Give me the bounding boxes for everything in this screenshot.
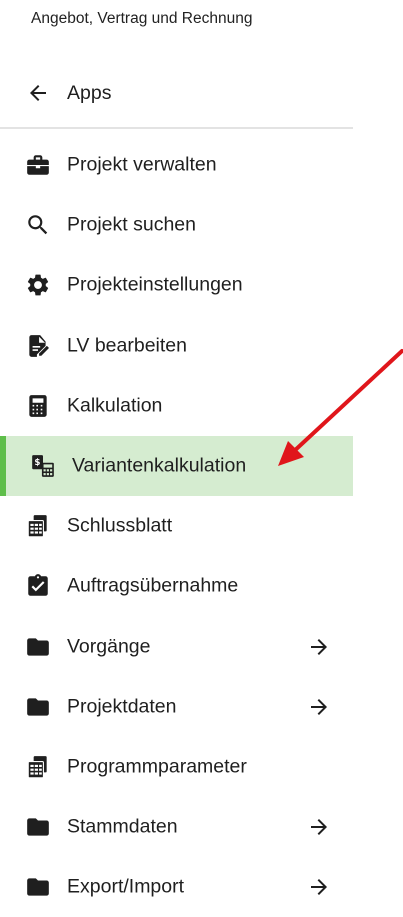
menu-item-projektdaten[interactable]: Projektdaten bbox=[0, 677, 353, 737]
arrow-right-icon[interactable] bbox=[307, 695, 331, 719]
folder-icon bbox=[25, 874, 51, 900]
back-to-apps-button[interactable]: Apps bbox=[0, 70, 353, 116]
app-title: Angebot, Vertrag und Rechnung bbox=[31, 10, 253, 27]
menu-item-stammdaten[interactable]: Stammdaten bbox=[0, 797, 353, 857]
menu-item-schlussblatt[interactable]: Schlussblatt bbox=[0, 496, 353, 556]
menu-item-label: Projekt verwalten bbox=[67, 153, 217, 176]
menu-item-label: Programmparameter bbox=[67, 755, 247, 778]
folder-icon bbox=[25, 814, 51, 840]
gear-icon bbox=[25, 272, 51, 298]
menu-item-label: LV bearbeiten bbox=[67, 334, 187, 357]
menu-item-kalkulation[interactable]: Kalkulation bbox=[0, 376, 353, 436]
document-edit-icon bbox=[25, 333, 51, 359]
app-menu: Projekt verwalten Projekt suchen Projekt… bbox=[0, 135, 353, 917]
menu-item-label: Variantenkalkulation bbox=[72, 454, 247, 477]
menu-item-variantenkalkulation[interactable]: $ Variantenkalkulation bbox=[0, 435, 353, 497]
menu-item-projekteinstellungen[interactable]: Projekteinstellungen bbox=[0, 255, 353, 315]
menu-item-label: Kalkulation bbox=[67, 394, 163, 417]
arrow-right-icon[interactable] bbox=[307, 815, 331, 839]
search-icon bbox=[25, 212, 51, 238]
svg-text:$: $ bbox=[34, 458, 40, 468]
folder-icon bbox=[25, 634, 51, 660]
menu-item-label: Projekt suchen bbox=[67, 213, 196, 236]
menu-item-label: Auftragsübernahme bbox=[67, 574, 239, 597]
arrow-right-icon[interactable] bbox=[307, 635, 331, 659]
folder-icon bbox=[25, 694, 51, 720]
menu-item-vorgaenge[interactable]: Vorgänge bbox=[0, 617, 353, 677]
arrow-right-icon[interactable] bbox=[307, 875, 331, 899]
menu-item-auftragsuebernahme[interactable]: Auftragsübernahme bbox=[0, 556, 353, 616]
menu-item-label: Stammdaten bbox=[67, 815, 178, 838]
menu-item-lv-bearbeiten[interactable]: LV bearbeiten bbox=[0, 316, 353, 376]
spreadsheet-icon bbox=[25, 513, 51, 539]
menu-item-label: Vorgänge bbox=[67, 635, 151, 658]
variant-calculation-icon: $ bbox=[30, 453, 56, 479]
spreadsheet-icon bbox=[25, 754, 51, 780]
arrow-left-icon bbox=[26, 81, 50, 105]
menu-item-label: Projekteinstellungen bbox=[67, 273, 243, 296]
menu-item-programmparameter[interactable]: Programmparameter bbox=[0, 737, 353, 797]
calculator-icon bbox=[25, 393, 51, 419]
briefcase-icon bbox=[25, 152, 51, 178]
clipboard-check-icon bbox=[25, 573, 51, 599]
menu-item-projekt-verwalten[interactable]: Projekt verwalten bbox=[0, 135, 353, 195]
menu-item-export-import[interactable]: Export/Import bbox=[0, 857, 353, 917]
back-label: Apps bbox=[67, 81, 112, 104]
menu-item-label: Schlussblatt bbox=[67, 514, 173, 537]
menu-item-label: Projektdaten bbox=[67, 695, 177, 718]
menu-item-label: Export/Import bbox=[67, 875, 185, 898]
divider bbox=[0, 127, 353, 129]
menu-item-projekt-suchen[interactable]: Projekt suchen bbox=[0, 195, 353, 255]
